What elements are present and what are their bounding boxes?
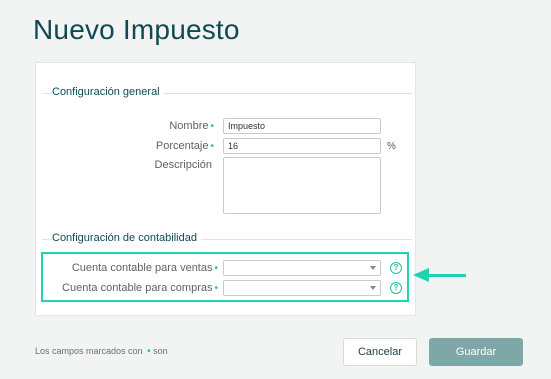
annotation-highlight-box (41, 252, 409, 302)
note-suffix: son (153, 346, 168, 356)
section-title-accounting: Configuración de contabilidad (52, 232, 201, 244)
name-label: Nombre • (76, 120, 214, 132)
percentage-label: Porcentaje • (76, 140, 214, 152)
percentage-input[interactable] (223, 138, 381, 154)
name-input[interactable] (223, 118, 381, 134)
section-title-general: Configuración general (52, 86, 164, 98)
save-button[interactable]: Guardar (429, 338, 523, 366)
description-input[interactable] (223, 157, 381, 214)
percentage-label-text: Porcentaje (155, 140, 209, 152)
description-label: Descripción (154, 159, 212, 171)
name-label-text: Nombre (169, 120, 209, 132)
note-prefix: Los campos marcados con (35, 346, 143, 356)
required-mark: • (210, 121, 214, 132)
required-mark: • (147, 346, 151, 357)
annotation-arrow-shaft (428, 274, 466, 277)
cancel-button[interactable]: Cancelar (343, 338, 417, 366)
required-mark: • (210, 141, 214, 152)
annotation-arrow-icon (413, 268, 429, 282)
percentage-unit: % (387, 141, 396, 152)
page-title: Nuevo Impuesto (33, 14, 240, 45)
required-fields-note: Los campos marcados con • son (35, 346, 168, 357)
